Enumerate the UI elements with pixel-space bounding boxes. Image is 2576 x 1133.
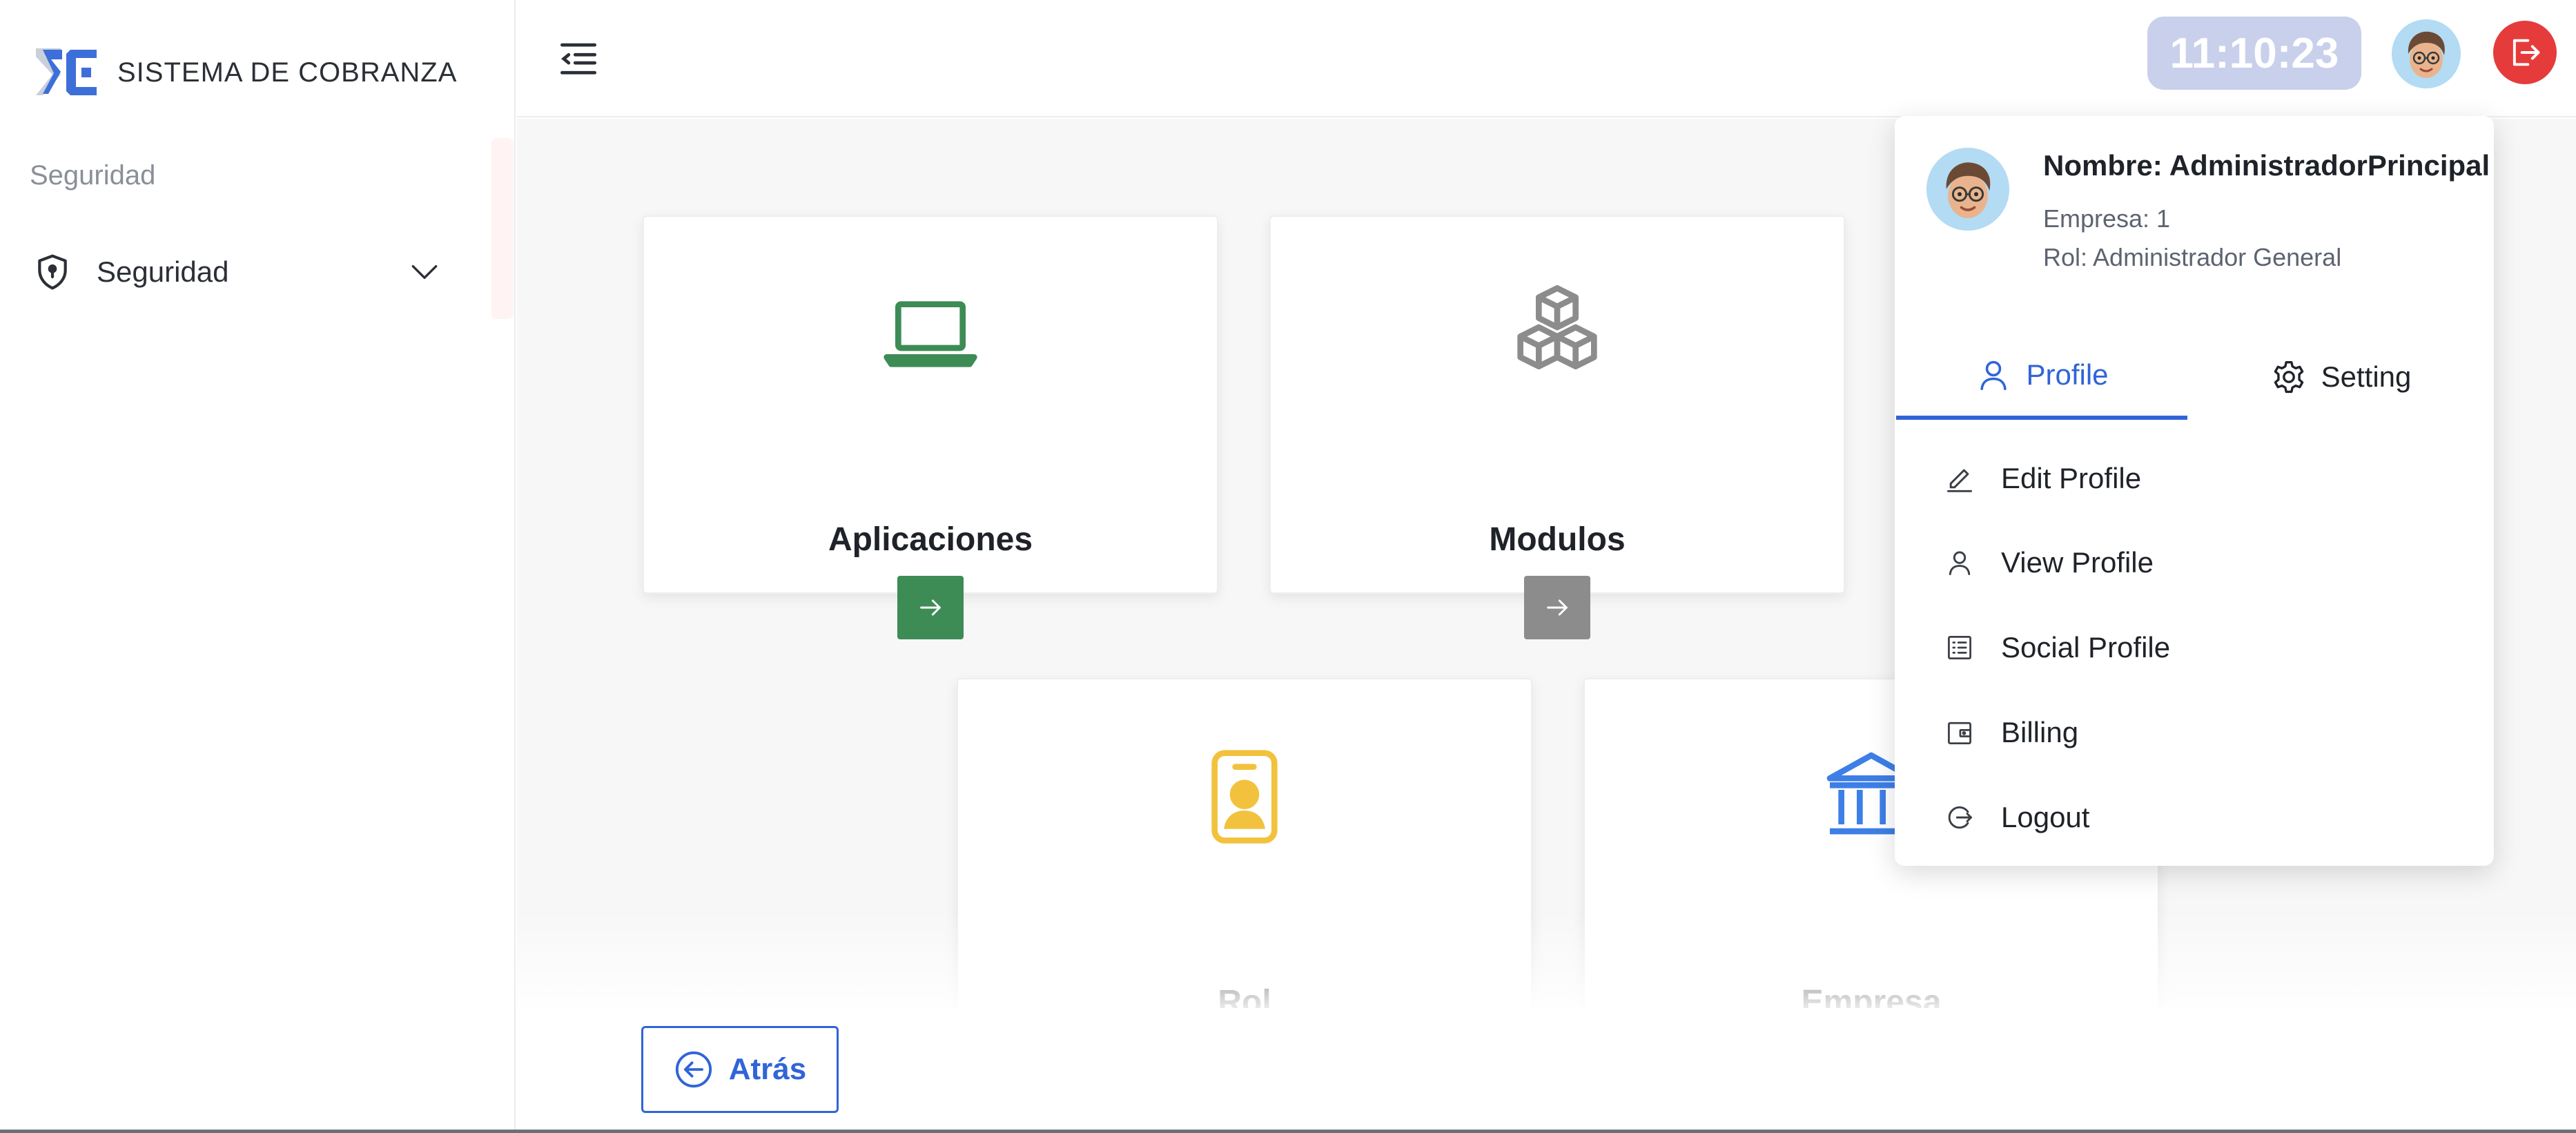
menu-item-label: Edit Profile (2001, 462, 2142, 494)
profile-name: Nombre: AdministradorPrincipal (2043, 149, 2490, 182)
brand-logo-icon (36, 48, 97, 95)
tab-profile[interactable]: Profile (1896, 334, 2187, 420)
card-rol[interactable]: Rol (957, 678, 1532, 1008)
dropdown-avatar (1926, 148, 2009, 231)
card-title: Empresa (1801, 984, 1942, 1008)
clock-display: 11:10:23 (2147, 17, 2361, 90)
profile-company: Empresa: 1 (2043, 204, 2171, 233)
arrow-right-icon (920, 599, 941, 616)
menu-item-logout[interactable]: Logout (1895, 779, 2494, 855)
logout-button[interactable] (2493, 21, 2557, 84)
menu-item-label: Logout (2001, 801, 2090, 833)
avatar-face-icon (2392, 19, 2461, 88)
menu-item-social-profile[interactable]: Social Profile (1895, 610, 2494, 686)
gear-icon (2274, 360, 2303, 394)
card-title: Modulos (1489, 521, 1626, 558)
user-icon (1980, 360, 2007, 391)
laptop-icon (884, 301, 977, 367)
arrow-left-circle-icon (675, 1051, 712, 1088)
footer: Atrás (517, 1008, 2576, 1130)
list-icon (1948, 636, 1971, 659)
sidebar-item-seguridad[interactable]: Seguridad (28, 238, 442, 306)
user-icon (1949, 551, 1971, 575)
menu-item-label: Social Profile (2001, 631, 2171, 664)
top-header: 11:10:23 (517, 0, 2576, 117)
card-aplicaciones[interactable]: Aplicaciones (643, 215, 1218, 639)
tab-setting[interactable]: Setting (2187, 334, 2494, 420)
back-button-label: Atrás (728, 1052, 807, 1086)
chevron-down-icon[interactable] (407, 255, 442, 289)
tab-label: Profile (2026, 358, 2109, 391)
content-fade (517, 911, 2576, 1008)
back-button[interactable]: Atrás (641, 1026, 839, 1113)
card-go-button[interactable] (897, 576, 964, 639)
card-go-button[interactable] (1524, 576, 1590, 639)
brand-name: SISTEMA DE COBRANZA (117, 57, 458, 88)
logout-icon (1948, 806, 1972, 829)
window-bottom-border (0, 1130, 2576, 1133)
sidebar-active-indicator (491, 138, 514, 319)
nav-caption: Seguridad (30, 160, 156, 191)
menu-item-label: View Profile (2001, 546, 2154, 579)
avatar-face-icon (1926, 148, 2009, 231)
sidebar: SISTEMA DE COBRANZA Seguridad Seguridad (0, 0, 516, 1130)
cubes-icon (1517, 285, 1597, 369)
menu-item-label: Billing (2001, 716, 2079, 748)
menu-item-billing[interactable]: Billing (1895, 695, 2494, 771)
arrow-right-icon (1547, 599, 1568, 616)
edit-icon (1947, 469, 1972, 492)
user-avatar[interactable] (2392, 19, 2461, 88)
tab-label: Setting (2321, 360, 2412, 393)
sidebar-item-label: Seguridad (97, 255, 229, 288)
card-title: Rol (1218, 984, 1271, 1008)
menu-item-view-profile[interactable]: View Profile (1895, 525, 2494, 601)
menu-item-edit-profile[interactable]: Edit Profile (1895, 440, 2494, 516)
card-title: Aplicaciones (828, 521, 1033, 558)
id-badge-icon (1211, 750, 1278, 844)
profile-role: Rol: Administrador General (2043, 243, 2342, 271)
card-modulos[interactable]: Modulos (1269, 215, 1845, 639)
logout-icon (2512, 39, 2540, 66)
wallet-icon (1948, 722, 1971, 744)
menu-toggle-icon[interactable] (558, 40, 598, 76)
shield-icon (38, 254, 67, 290)
brand[interactable]: SISTEMA DE COBRANZA (28, 41, 457, 104)
profile-dropdown: Nombre: AdministradorPrincipal Empresa: … (1895, 116, 2494, 866)
